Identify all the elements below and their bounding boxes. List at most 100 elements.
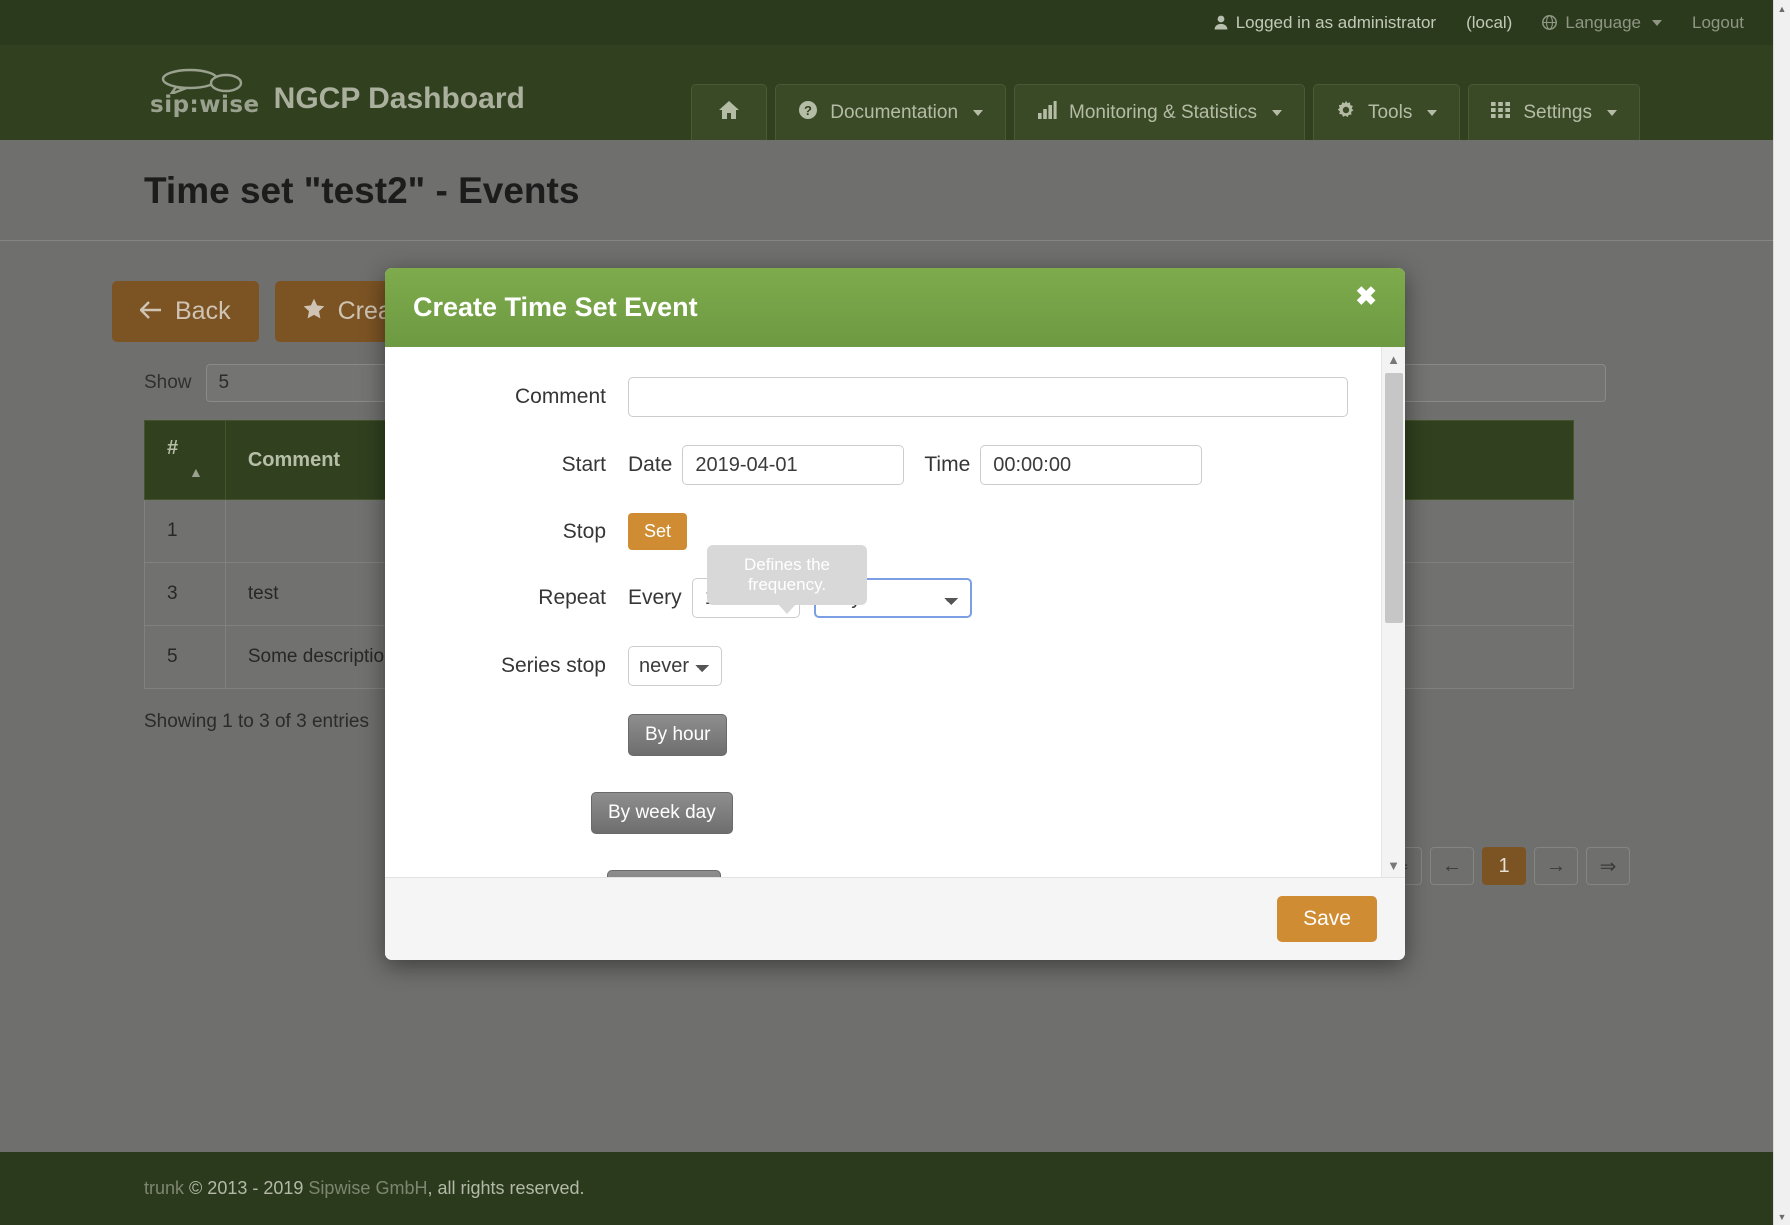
- chevron-down-icon: [1427, 110, 1437, 116]
- close-icon[interactable]: ✖: [1349, 282, 1383, 310]
- by-week-day-row: By week day: [413, 792, 1365, 834]
- speech-bubbles-icon: [160, 68, 244, 94]
- gear-icon: [1336, 100, 1356, 126]
- nav-label-documentation: Documentation: [830, 102, 958, 124]
- show-label: Show: [144, 372, 192, 394]
- table-header-comment-label: Comment: [248, 449, 340, 471]
- back-button[interactable]: Back: [112, 281, 259, 342]
- nav-item-monitoring-statistics[interactable]: Monitoring & Statistics: [1014, 84, 1305, 140]
- stop-label: Stop: [413, 520, 628, 544]
- by-month-row: By month: [413, 870, 1365, 877]
- chevron-down-icon: [973, 110, 983, 116]
- app-title: NGCP Dashboard: [274, 82, 525, 118]
- pagination: ⇐ ← 1 → ⇒: [1378, 847, 1630, 885]
- modal-body: Comment Start Date Time Stop Set Repeat …: [385, 347, 1405, 877]
- nav-menu: ? Documentation Monitoring & Statistics …: [691, 84, 1640, 140]
- scroll-down-icon[interactable]: ▼: [1382, 853, 1405, 877]
- stop-row: Stop Set: [413, 513, 1365, 550]
- start-date-input[interactable]: [682, 445, 904, 485]
- domain-label: (local): [1466, 13, 1512, 33]
- comment-label: Comment: [413, 385, 628, 409]
- table-header-num-label: #: [167, 437, 178, 459]
- language-label: Language: [1565, 13, 1641, 33]
- stop-set-button[interactable]: Set: [628, 513, 687, 550]
- date-label: Date: [628, 453, 672, 477]
- modal-scroll-thumb[interactable]: [1385, 373, 1403, 623]
- footer-copyright: © 2013 - 2019: [189, 1178, 303, 1198]
- browser-scrollbar[interactable]: ▲ ▼: [1773, 0, 1790, 1225]
- top-utility-bar: Logged in as administrator (local) Langu…: [0, 0, 1790, 45]
- time-label: Time: [924, 453, 970, 477]
- logged-in-label: Logged in as administrator: [1236, 13, 1436, 33]
- start-label: Start: [413, 453, 628, 477]
- home-icon: [718, 100, 740, 126]
- question-circle-icon: ?: [798, 100, 818, 126]
- series-stop-label: Series stop: [413, 654, 628, 678]
- user-icon: [1214, 15, 1228, 30]
- cell-num: 5: [145, 626, 226, 689]
- globe-icon: [1542, 15, 1557, 30]
- sort-ascending-icon: ▲: [189, 464, 203, 480]
- arrow-left-icon: [140, 297, 162, 326]
- start-time-input[interactable]: [980, 445, 1202, 485]
- grid-icon: [1491, 101, 1511, 125]
- pagination-next[interactable]: →: [1534, 847, 1578, 885]
- sipwise-logo: sip:wise: [150, 68, 260, 118]
- footer-company[interactable]: Sipwise GmbH: [308, 1178, 427, 1198]
- brand-logo[interactable]: sip:wise NGCP Dashboard: [0, 68, 525, 118]
- modal-header: Create Time Set Event ✖: [385, 268, 1405, 347]
- logout-link[interactable]: Logout: [1692, 13, 1744, 33]
- page-scroll-up-icon[interactable]: ▲: [1774, 0, 1790, 17]
- back-label: Back: [175, 297, 231, 326]
- nav-label-settings: Settings: [1523, 102, 1592, 124]
- cell-num: 3: [145, 563, 226, 626]
- comment-row: Comment: [413, 377, 1365, 417]
- every-label: Every: [628, 586, 682, 610]
- star-icon: [303, 297, 325, 326]
- series-stop-row: Series stop never: [413, 646, 1365, 686]
- create-time-set-event-modal: Create Time Set Event ✖ Comment Start Da…: [385, 268, 1405, 960]
- frequency-tooltip: Defines the frequency.: [707, 545, 867, 605]
- nav-label-tools: Tools: [1368, 102, 1412, 124]
- series-stop-select[interactable]: never: [628, 646, 722, 686]
- by-hour-button[interactable]: By hour: [628, 714, 727, 756]
- scroll-up-icon[interactable]: ▲: [1382, 347, 1405, 371]
- modal-scrollbar[interactable]: ▲ ▼: [1381, 347, 1405, 877]
- page-footer: trunk © 2013 - 2019 Sipwise GmbH, all ri…: [0, 1152, 1790, 1225]
- by-week-day-button[interactable]: By week day: [591, 792, 733, 834]
- footer-version: trunk: [144, 1178, 184, 1198]
- page-title-band: Time set "test2" - Events: [0, 140, 1790, 241]
- cell-num: 1: [145, 500, 226, 563]
- save-button[interactable]: Save: [1277, 896, 1377, 942]
- nav-item-tools[interactable]: Tools: [1313, 84, 1460, 140]
- pagination-prev[interactable]: ←: [1430, 847, 1474, 885]
- by-month-button[interactable]: By month: [607, 870, 721, 877]
- pagination-page-1[interactable]: 1: [1482, 847, 1526, 885]
- footer-text: trunk © 2013 - 2019 Sipwise GmbH, all ri…: [0, 1178, 585, 1199]
- svg-text:?: ?: [804, 103, 812, 118]
- chevron-down-icon: [1607, 110, 1617, 116]
- start-row: Start Date Time: [413, 445, 1365, 485]
- language-menu[interactable]: Language: [1542, 13, 1662, 33]
- nav-label-monitoring: Monitoring & Statistics: [1069, 102, 1257, 124]
- page-title: Time set "test2" - Events: [0, 170, 1790, 212]
- show-entries-value: 5: [219, 372, 230, 394]
- sipwise-wordmark: sip:wise: [150, 92, 260, 118]
- nav-item-home[interactable]: [691, 84, 767, 140]
- chevron-down-icon: [1272, 110, 1282, 116]
- table-header-num[interactable]: # ▲: [145, 421, 226, 500]
- comment-input[interactable]: [628, 377, 1348, 417]
- repeat-label: Repeat: [413, 586, 628, 610]
- bar-chart-icon: [1037, 101, 1057, 125]
- repeat-row: Repeat Every Day: [413, 578, 1365, 618]
- logged-in-status: Logged in as administrator: [1214, 13, 1436, 33]
- modal-title: Create Time Set Event: [413, 292, 1377, 323]
- by-hour-row: By hour: [413, 714, 1365, 756]
- nav-item-documentation[interactable]: ? Documentation: [775, 84, 1006, 140]
- pagination-last[interactable]: ⇒: [1586, 847, 1630, 885]
- page-scroll-down-icon[interactable]: ▼: [1774, 1208, 1790, 1225]
- nav-item-settings[interactable]: Settings: [1468, 84, 1640, 140]
- footer-rights: , all rights reserved.: [427, 1178, 584, 1198]
- modal-footer: Save: [385, 877, 1405, 960]
- chevron-down-icon: [1652, 20, 1662, 26]
